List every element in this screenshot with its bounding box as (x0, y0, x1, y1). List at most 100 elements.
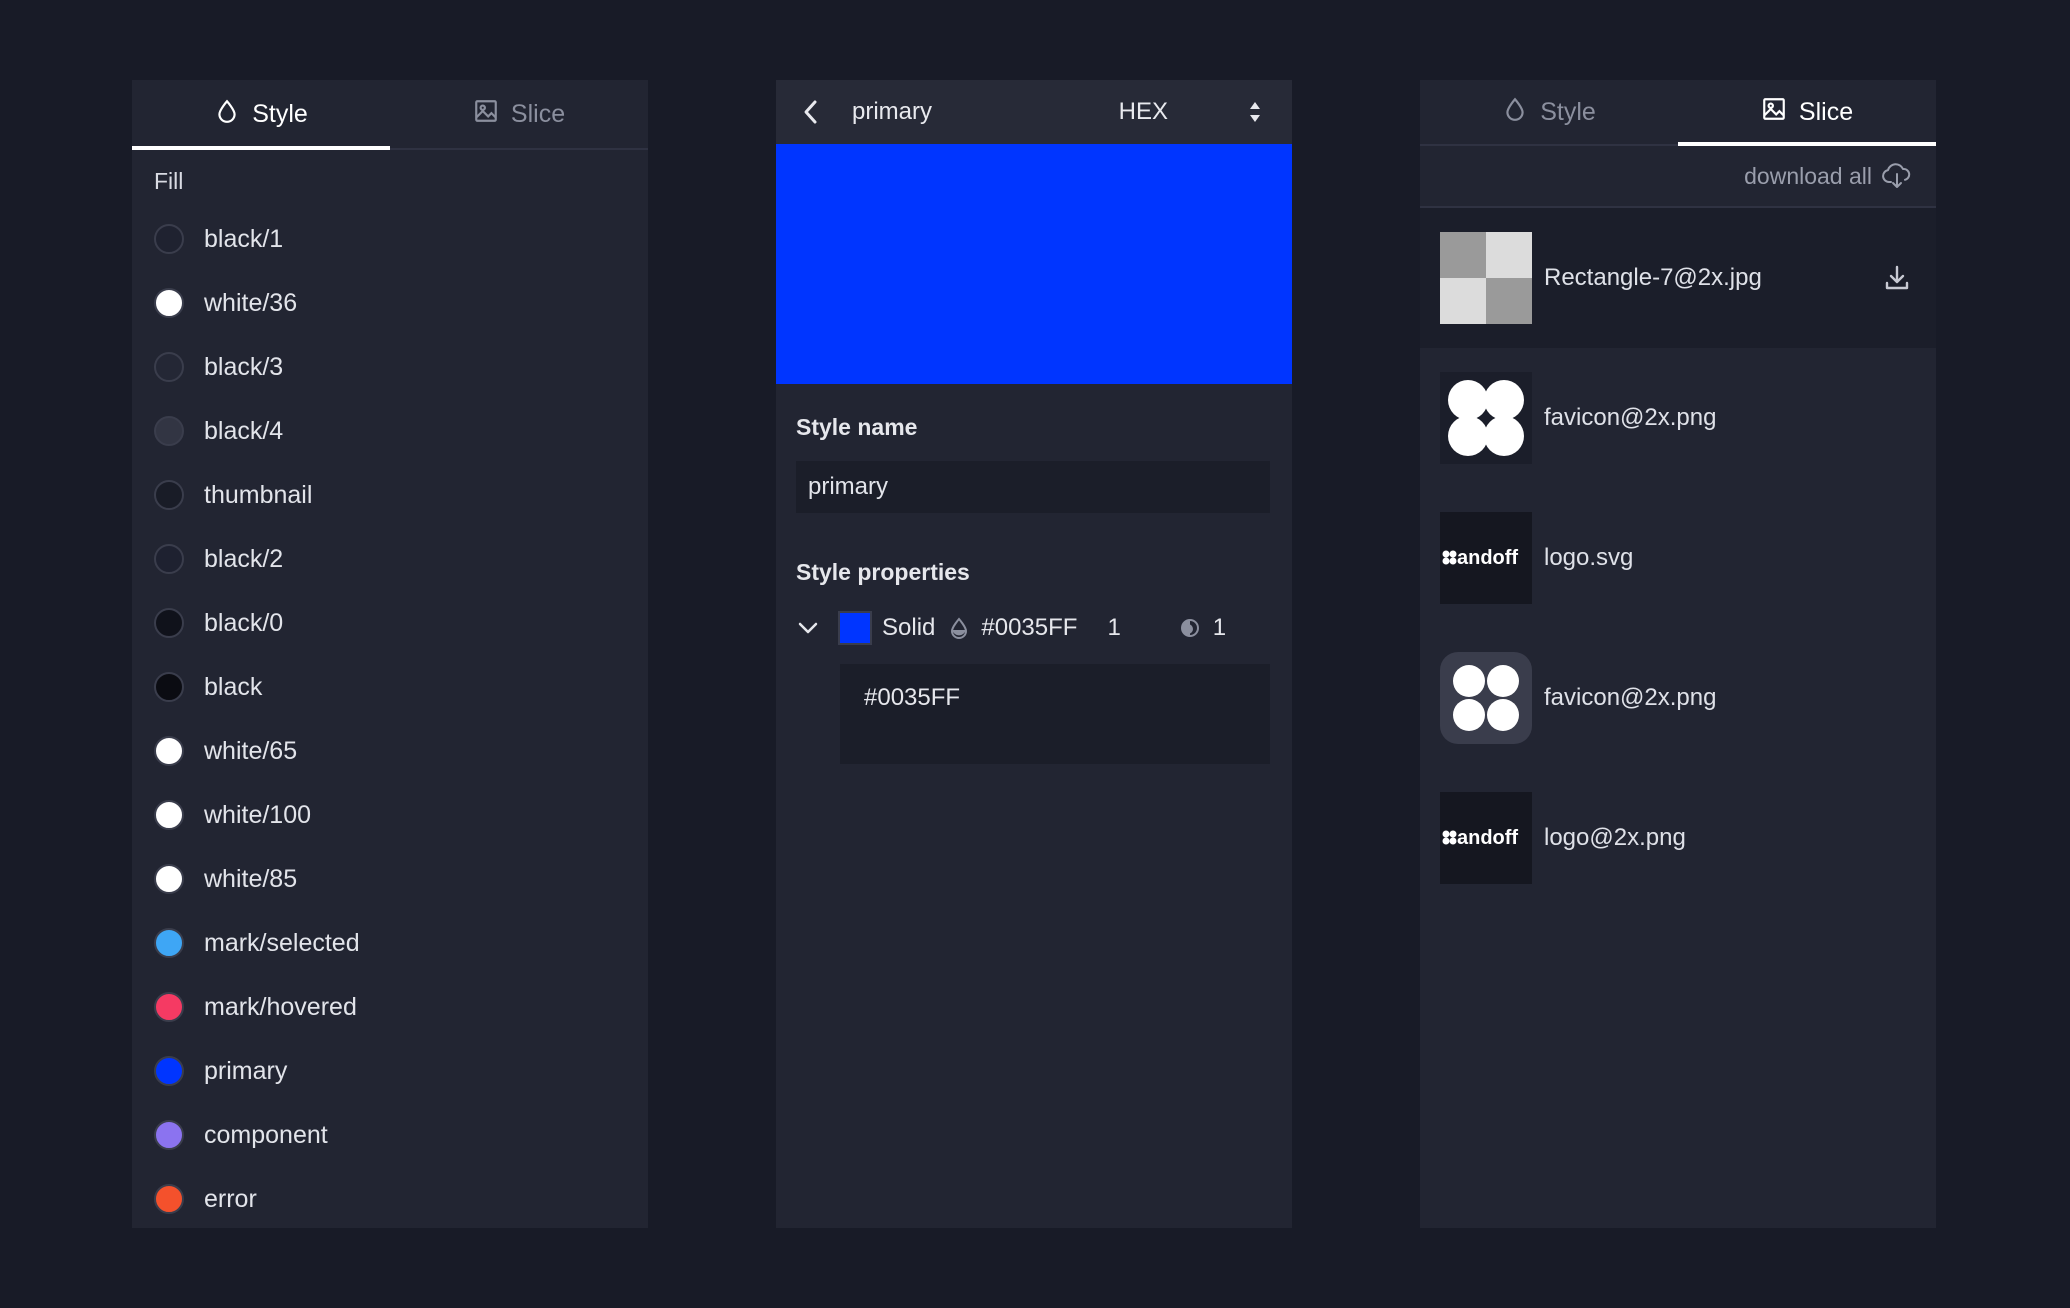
fill-name: black/0 (204, 608, 284, 637)
tab-label: Slice (1798, 97, 1854, 126)
fill-item[interactable]: black/2 (132, 527, 648, 591)
fill-name: black/4 (204, 416, 284, 445)
property-row[interactable]: Solid #0035FF 1 1 (796, 608, 1292, 648)
color-swatch (154, 928, 184, 958)
style-name-label: Style name (796, 414, 918, 440)
fill-name: mark/selected (204, 928, 360, 957)
slice-thumbnail: andoff (1440, 792, 1532, 884)
fill-name: primary (204, 1056, 288, 1085)
fill-item[interactable]: white/85 (132, 847, 648, 911)
expanded-hex-box: #0035FF (840, 664, 1270, 764)
slice-panel: Style Slice download all Rectangle-7@2x.… (1420, 80, 1936, 1228)
slice-name: logo.svg (1544, 544, 1634, 571)
fill-item[interactable]: black (132, 655, 648, 719)
color-swatch (154, 736, 184, 766)
style-name-input[interactable] (796, 461, 1270, 513)
fill-item[interactable]: black/1 (132, 207, 648, 271)
slice-item[interactable]: andoff logo.svg (1420, 488, 1936, 628)
color-swatch (154, 352, 184, 382)
color-swatch (154, 1184, 184, 1214)
opacity-drop-icon (949, 617, 969, 639)
tab-label: Style (252, 99, 308, 128)
fill-item[interactable]: mark/selected (132, 911, 648, 975)
hex-value[interactable]: #0035FF (981, 614, 1077, 642)
fill-item[interactable]: white/100 (132, 783, 648, 847)
sort-arrows-icon (1250, 102, 1260, 122)
fill-item[interactable]: black/0 (132, 591, 648, 655)
style-properties-label: Style properties (796, 559, 970, 585)
color-swatch (154, 800, 184, 830)
slice-thumbnail (1440, 372, 1532, 464)
fill-name: error (204, 1184, 257, 1213)
tab-style[interactable]: Style (1420, 80, 1678, 144)
image-icon (1761, 96, 1787, 129)
slice-item[interactable]: andoff logo@2x.png (1420, 768, 1936, 908)
color-swatch (154, 992, 184, 1022)
download-icon[interactable] (1882, 263, 1912, 293)
slice-item[interactable]: favicon@2x.png (1420, 628, 1936, 768)
tab-label: Style (1540, 97, 1596, 126)
chevron-left-icon (804, 100, 817, 124)
fill-item[interactable]: black/4 (132, 399, 648, 463)
fill-name: black (204, 672, 263, 701)
svg-text:andoff: andoff (1457, 547, 1518, 569)
fill-item[interactable]: mark/hovered (132, 975, 648, 1039)
fill-name: white/85 (204, 864, 298, 893)
back-button[interactable] (796, 97, 826, 127)
fill-name: black/3 (204, 352, 284, 381)
cloud-download-icon (1882, 163, 1912, 189)
fill-name: black/2 (204, 544, 284, 573)
tab-slice[interactable]: Slice (390, 80, 648, 148)
image-icon (473, 98, 499, 131)
tab-slice[interactable]: Slice (1678, 80, 1936, 146)
fill-item[interactable]: white/65 (132, 719, 648, 783)
fill-item[interactable]: component (132, 1103, 648, 1167)
color-swatch (154, 480, 184, 510)
slice-item[interactable]: Rectangle-7@2x.jpg (1420, 208, 1936, 348)
fill-name: component (204, 1120, 328, 1149)
color-swatch (154, 1120, 184, 1150)
color-swatch (154, 1056, 184, 1086)
opacity-value[interactable]: 1 (1107, 614, 1120, 642)
color-swatch (154, 288, 184, 318)
slice-name: logo@2x.png (1544, 824, 1686, 851)
chevron-down-icon[interactable] (796, 621, 820, 635)
download-all-label: download all (1744, 162, 1872, 189)
blend-icon (1179, 617, 1201, 639)
color-swatch (154, 672, 184, 702)
detail-title: primary (852, 98, 933, 125)
color-swatch (154, 544, 184, 574)
slice-item[interactable]: favicon@2x.png (1420, 348, 1936, 488)
slice-thumbnail (1440, 232, 1532, 324)
tab-label: Slice (510, 99, 566, 128)
fill-item[interactable]: white/36 (132, 271, 648, 335)
fill-name: mark/hovered (204, 992, 357, 1021)
color-swatch (154, 608, 184, 638)
tab-bar: Style Slice (132, 80, 648, 150)
slice-name: favicon@2x.png (1544, 404, 1717, 431)
format-select[interactable]: HEX (1119, 98, 1272, 126)
tab-bar: Style Slice (1420, 80, 1936, 146)
svg-text:andoff: andoff (1457, 827, 1518, 849)
drop-icon (1502, 96, 1528, 129)
color-swatch (154, 224, 184, 254)
fill-item[interactable]: error (132, 1167, 648, 1228)
drop-icon (214, 98, 240, 131)
download-all-button[interactable]: download all (1420, 146, 1936, 208)
fill-item[interactable]: black/3 (132, 335, 648, 399)
blend-value[interactable]: 1 (1213, 614, 1226, 642)
style-panel: Style Slice Fill black/1 white/36 black/3 b… (132, 80, 648, 1228)
tab-style[interactable]: Style (132, 80, 390, 150)
fill-name: white/65 (204, 736, 298, 765)
format-value: HEX (1118, 98, 1168, 125)
fill-item[interactable]: primary (132, 1039, 648, 1103)
slice-list: Rectangle-7@2x.jpg favicon@2x.png andoff lo… (1420, 208, 1936, 908)
fill-name: white/100 (204, 800, 312, 829)
color-swatch[interactable] (838, 611, 872, 645)
fill-item[interactable]: thumbnail (132, 463, 648, 527)
color-swatch (154, 864, 184, 894)
fill-type: Solid (882, 614, 936, 641)
style-detail-panel: primary HEX Style name Style properties … (776, 80, 1292, 1228)
slice-thumbnail: andoff (1440, 512, 1532, 604)
fill-name: black/1 (204, 224, 284, 253)
